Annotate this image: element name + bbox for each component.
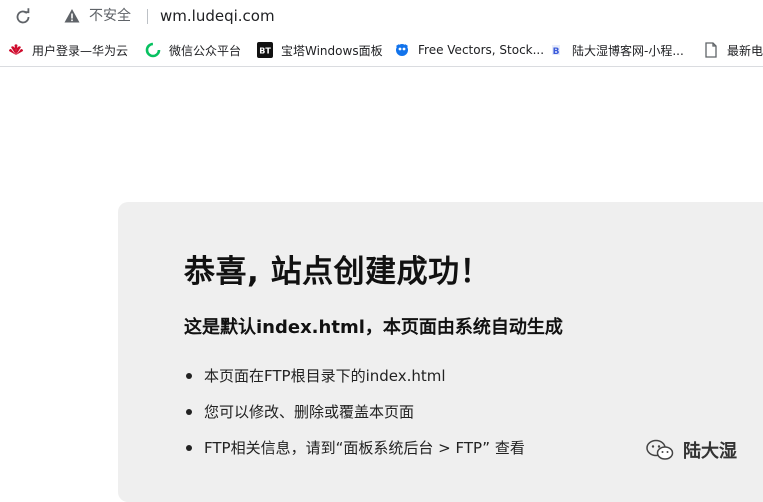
- bookmarks-bar: 用户登录—华为云 微信公众平台 BT 宝塔Windows面板 Free Vect…: [0, 33, 763, 67]
- url-text[interactable]: wm.ludeqi.com: [160, 6, 275, 26]
- svg-text:B: B: [553, 47, 560, 57]
- page-subtitle: 这是默认index.html，本页面由系统自动生成: [184, 317, 563, 338]
- wechat-icon: [646, 439, 674, 460]
- watermark-text: 陆大湿: [683, 441, 737, 462]
- svg-text:BT: BT: [259, 47, 271, 56]
- bookmark-label: 最新电影: [727, 43, 763, 58]
- bookmark-label: 用户登录—华为云: [32, 43, 129, 58]
- wechat-mp-icon: [145, 42, 161, 58]
- bookmark-movies[interactable]: 最新电影: [703, 40, 763, 60]
- document-icon: [703, 42, 719, 58]
- bookmark-label: Free Vectors, Stock...: [418, 43, 545, 57]
- freepik-icon: [394, 42, 410, 58]
- reload-icon[interactable]: [12, 6, 34, 28]
- bookmark-blog[interactable]: B 陆大湿博客网-小程...: [548, 40, 684, 60]
- warning-icon[interactable]: [64, 8, 80, 24]
- bookmark-bt-panel[interactable]: BT 宝塔Windows面板: [257, 40, 383, 60]
- security-label[interactable]: 不安全: [89, 6, 131, 26]
- address-bar: 不安全 wm.ludeqi.com: [0, 0, 763, 33]
- watermark: 陆大湿: [645, 436, 737, 464]
- address-divider: [147, 9, 148, 24]
- bookmark-label: 陆大湿博客网-小程...: [572, 43, 684, 58]
- info-list: 本页面在FTP根目录下的index.html 您可以修改、删除或覆盖本页面 FT…: [184, 362, 525, 470]
- blog-icon: B: [548, 42, 564, 58]
- bookmark-label: 微信公众平台: [169, 43, 242, 58]
- bookmark-freepik[interactable]: Free Vectors, Stock...: [394, 40, 544, 60]
- huawei-icon: [8, 42, 24, 58]
- bt-icon: BT: [257, 42, 273, 58]
- bookmark-wechat-mp[interactable]: 微信公众平台: [145, 40, 241, 60]
- list-item: 本页面在FTP根目录下的index.html: [184, 362, 525, 398]
- bookmark-huawei[interactable]: 用户登录—华为云: [8, 40, 128, 60]
- bookmark-label: 宝塔Windows面板: [281, 43, 383, 58]
- list-item: FTP相关信息，请到“面板系统后台 > FTP” 查看: [184, 434, 525, 470]
- page-title: 恭喜, 站点创建成功！: [184, 254, 492, 290]
- list-item: 您可以修改、删除或覆盖本页面: [184, 398, 525, 434]
